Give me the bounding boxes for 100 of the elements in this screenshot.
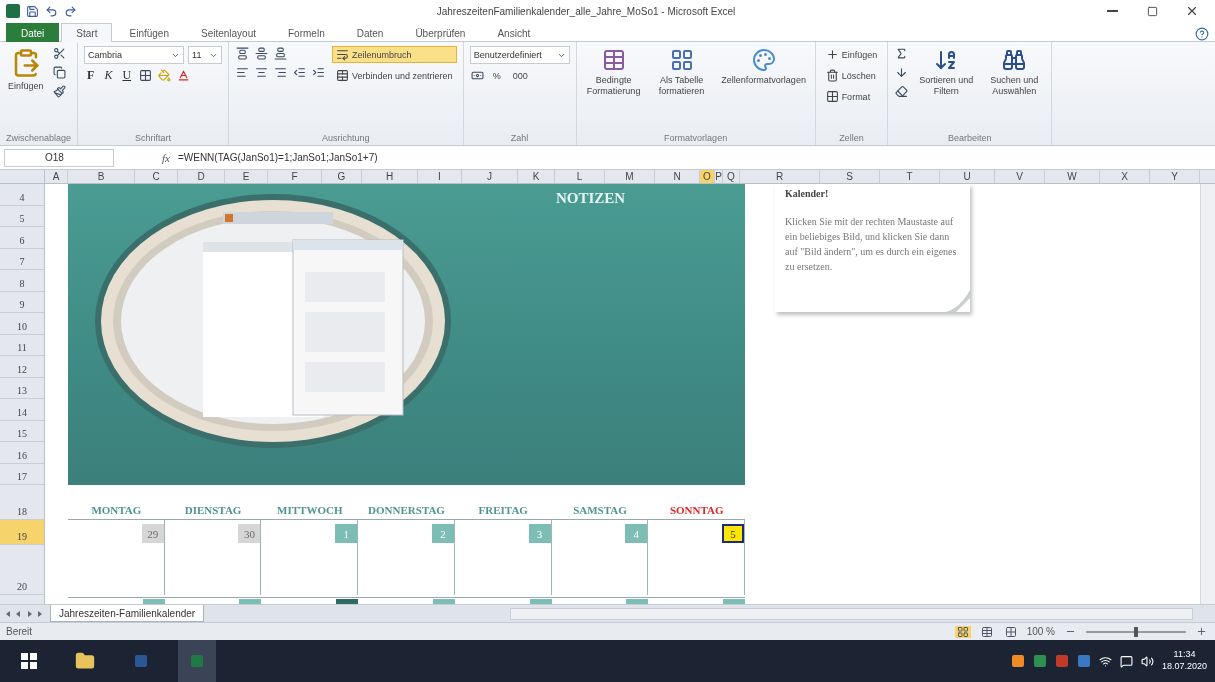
name-box[interactable]: O18 xyxy=(4,148,114,167)
column-header[interactable]: C xyxy=(135,170,178,183)
column-header[interactable]: A xyxy=(45,170,68,183)
sheet-nav-icon[interactable] xyxy=(4,609,44,618)
row-header[interactable]: 4 xyxy=(0,184,44,206)
volume-icon[interactable] xyxy=(1140,654,1154,668)
day-cell[interactable]: 30 xyxy=(164,520,262,595)
editing-button[interactable]: Suchen und Auswählen xyxy=(983,46,1046,99)
style-button[interactable]: Als Tabelle formatieren xyxy=(650,46,713,99)
font-size-field[interactable]: 11 xyxy=(188,46,223,64)
row-header[interactable]: 5 xyxy=(0,205,44,227)
style-button[interactable]: Bedingte Formatierung xyxy=(582,46,645,99)
indent-increase-button[interactable] xyxy=(311,65,327,80)
align-left-button[interactable] xyxy=(235,65,251,80)
function-label[interactable]: fx xyxy=(162,151,170,164)
ribbon-tab[interactable]: Daten xyxy=(341,23,399,42)
row-header[interactable]: 13 xyxy=(0,377,44,399)
column-header[interactable]: K xyxy=(518,170,555,183)
redo-button[interactable] xyxy=(64,4,77,18)
ribbon-tab[interactable]: Einfügen xyxy=(114,23,184,42)
network-icon[interactable] xyxy=(1098,654,1112,668)
editing-button[interactable]: Sortieren und Filtern xyxy=(915,46,978,99)
clear-button[interactable] xyxy=(894,84,910,99)
row-header[interactable]: 19 xyxy=(0,520,44,545)
copy-button[interactable] xyxy=(51,65,67,80)
cells-button[interactable]: Einfügen xyxy=(821,46,882,63)
zoom-thumb[interactable] xyxy=(1134,626,1138,637)
fill-color-button[interactable] xyxy=(157,68,173,83)
column-header[interactable]: M xyxy=(605,170,655,183)
row-header[interactable]: 6 xyxy=(0,227,44,249)
row-header[interactable]: 9 xyxy=(0,291,44,313)
cells-button[interactable]: Format xyxy=(821,88,882,105)
column-header[interactable]: G xyxy=(322,170,362,183)
border-button[interactable] xyxy=(138,68,154,83)
column-header[interactable]: L xyxy=(555,170,605,183)
wrap-text-button[interactable]: Zeilenumbruch xyxy=(332,46,457,63)
row-header[interactable]: 16 xyxy=(0,442,44,464)
column-header[interactable]: X xyxy=(1100,170,1150,183)
font-style-button[interactable]: U xyxy=(119,68,135,83)
style-button[interactable]: Zellenformatvorlagen xyxy=(718,46,809,88)
column-header[interactable]: E xyxy=(225,170,268,183)
ribbon-tab[interactable]: Datei xyxy=(6,23,60,42)
font-style-button[interactable]: F xyxy=(84,68,98,83)
font-name-field[interactable]: Cambria xyxy=(84,46,185,64)
undo-button[interactable] xyxy=(45,4,58,18)
indent-decrease-button[interactable] xyxy=(292,65,308,80)
column-header[interactable]: Y xyxy=(1150,170,1200,183)
row-header[interactable]: 14 xyxy=(0,399,44,421)
sheet-tab[interactable]: Jahreszeiten-Familienkalender xyxy=(50,605,205,622)
day-cell[interactable]: 29 xyxy=(68,520,165,595)
column-header[interactable]: H xyxy=(362,170,418,183)
column-header[interactable]: R xyxy=(740,170,820,183)
column-header[interactable]: S xyxy=(820,170,880,183)
number-style-button[interactable]: 000 xyxy=(508,68,532,83)
align-center-button[interactable] xyxy=(254,65,270,80)
merge-button[interactable]: Verbinden und zentrieren xyxy=(332,67,457,84)
help-icon[interactable] xyxy=(1195,27,1209,41)
column-header[interactable]: I xyxy=(418,170,462,183)
column-header[interactable]: F xyxy=(268,170,322,183)
row-header[interactable]: 10 xyxy=(0,313,44,335)
row-header[interactable]: 8 xyxy=(0,270,44,292)
cells-button[interactable]: Löschen xyxy=(821,67,882,84)
column-header[interactable]: P xyxy=(715,170,723,183)
notification-icon[interactable] xyxy=(1119,654,1133,668)
horizontal-scrollbar[interactable] xyxy=(510,607,1193,620)
column-header[interactable]: T xyxy=(880,170,940,183)
align-bottom-button[interactable] xyxy=(273,46,289,61)
vertical-scrollbar[interactable] xyxy=(1200,184,1215,604)
ribbon-tab[interactable]: Start xyxy=(61,23,113,42)
formula-field[interactable]: =WENN(TAG(JanSo1)=1;JanSo1;JanSo1+7) xyxy=(177,148,1211,167)
ribbon-tab[interactable]: Ansicht xyxy=(482,23,546,42)
zoom-level[interactable]: 100 % xyxy=(1026,626,1055,637)
font-style-button[interactable]: K xyxy=(101,68,116,83)
row-header[interactable]: 20 xyxy=(0,545,44,595)
align-middle-button[interactable] xyxy=(254,46,270,61)
row-header[interactable]: 17 xyxy=(0,463,44,485)
column-header[interactable]: D xyxy=(178,170,225,183)
column-header[interactable]: B xyxy=(68,170,135,183)
align-right-button[interactable] xyxy=(273,65,289,80)
normal-view-button[interactable] xyxy=(954,625,971,638)
row-header[interactable]: 12 xyxy=(0,356,44,378)
row-header[interactable]: 15 xyxy=(0,420,44,442)
cut-button[interactable] xyxy=(51,46,67,61)
column-header[interactable]: W xyxy=(1045,170,1100,183)
column-header[interactable]: U xyxy=(940,170,995,183)
ribbon-tab[interactable]: Formeln xyxy=(273,23,340,42)
row-header[interactable]: 11 xyxy=(0,334,44,356)
align-top-button[interactable] xyxy=(235,46,251,61)
column-header[interactable]: O xyxy=(700,170,715,183)
save-button[interactable] xyxy=(26,4,39,18)
paste-button[interactable]: Einfügen xyxy=(6,46,46,94)
day-cell[interactable]: 5 xyxy=(648,520,746,595)
column-header[interactable]: Q xyxy=(723,170,740,183)
format-painter-button[interactable] xyxy=(51,84,67,99)
row-header[interactable]: 7 xyxy=(0,248,44,270)
column-header[interactable]: J xyxy=(462,170,518,183)
ribbon-tab[interactable]: Überprüfen xyxy=(400,23,481,42)
ribbon-tab[interactable]: Seitenlayout xyxy=(185,23,271,42)
number-style-button[interactable]: % xyxy=(488,68,505,83)
clock[interactable]: 11:34 18.07.2020 xyxy=(1161,649,1207,673)
